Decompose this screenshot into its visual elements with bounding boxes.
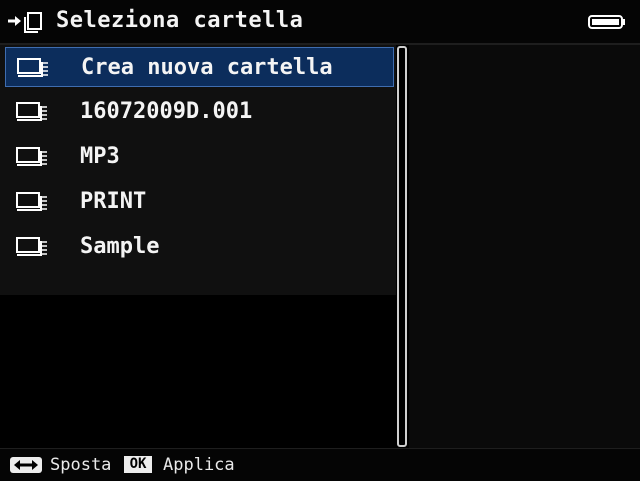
folder-item-create-new[interactable]: Crea nuova cartella [5,47,394,87]
folder-label: Crea nuova cartella [81,55,333,80]
footer-hint-bar: Sposta OK Applica [0,448,640,481]
folder-item[interactable]: MP3 [5,137,394,177]
header-bar: Seleziona cartella [0,0,640,45]
ok-key-icon: OK [124,456,152,473]
folder-label: MP3 [80,144,120,169]
folder-label: PRINT [80,189,147,214]
battery-icon [588,15,625,29]
dpad-left-right-icon [10,457,42,473]
scrollbar[interactable] [397,46,407,447]
folder-label: Sample [80,234,160,259]
folder-icon [17,58,48,77]
folder-icon [16,192,47,211]
move-hint-label: Sposta [50,455,112,475]
folder-icon [16,147,47,166]
move-to-folder-icon [8,12,42,33]
folder-item[interactable]: 16072009D.001 [5,92,394,132]
folder-icon [16,237,47,256]
folder-item[interactable]: PRINT [5,182,394,222]
folder-icon [16,102,47,121]
folder-label: 16072009D.001 [80,99,253,124]
apply-hint-label: Applica [163,455,235,475]
folder-item[interactable]: Sample [5,227,394,267]
page-title: Seleziona cartella [56,8,304,33]
preview-panel [409,45,640,448]
